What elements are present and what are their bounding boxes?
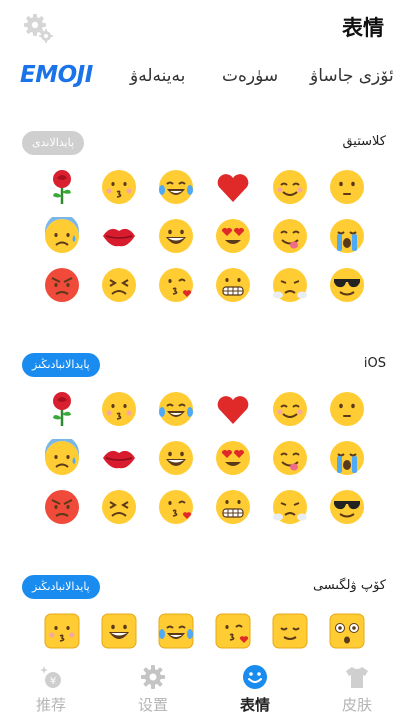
- tears-of-joy-face-icon: [157, 168, 195, 206]
- neutral-face-icon: [328, 168, 366, 206]
- savoring-face-icon: [271, 217, 309, 255]
- nav-recommend[interactable]: ¥ 推荐: [11, 660, 91, 725]
- rose-icon: [43, 168, 81, 206]
- rose-icon: [43, 390, 81, 428]
- emoji-pack-square: پايدالانبادىڭىز كۆپ ۋلگىسى: [0, 572, 408, 660]
- used-status-button[interactable]: پايدالاندى: [22, 131, 85, 155]
- bottom-nav: ¥ 推荐 设置 表情 皮肤: [0, 660, 408, 725]
- nav-settings[interactable]: 设置: [113, 660, 193, 725]
- nav-label: 设置: [137, 696, 168, 714]
- tab-emoji[interactable]: EMOJI: [20, 62, 93, 88]
- tears-of-joy-face-icon: [157, 612, 195, 650]
- grimacing-face-icon: [214, 266, 252, 304]
- kiss-lips-icon: [100, 217, 138, 255]
- cold-sweat-face-icon: [43, 436, 81, 477]
- red-heart-icon: [214, 168, 252, 206]
- savoring-face-icon: [271, 439, 309, 477]
- blowing-kiss-face-icon: [214, 612, 252, 650]
- header: 表情: [0, 0, 408, 56]
- grimacing-face-icon: [214, 488, 252, 526]
- smiley-icon: [243, 665, 267, 689]
- kiss-lips-icon: [100, 439, 138, 477]
- angry-face-icon: [43, 266, 81, 304]
- pack-title: كۆپ ۋلگىسى: [312, 578, 386, 593]
- heart-eyes-face-icon: [214, 217, 252, 255]
- astonished-face-icon: [328, 612, 366, 650]
- apply-button[interactable]: پايدالانبادىڭىز: [22, 353, 100, 377]
- kissing-face-icon: [43, 612, 81, 650]
- emoji-pack-ios: پايدالانبادىڭىز iOS: [0, 350, 408, 530]
- kissing-face-icon: [100, 168, 138, 206]
- angry-face-icon: [43, 488, 81, 526]
- persevering-face-icon: [100, 266, 138, 304]
- triumph-face-icon: [271, 266, 309, 304]
- neutral-face-icon: [328, 390, 366, 428]
- sunglasses-face-icon: [328, 266, 366, 304]
- page-title: 表情: [342, 16, 384, 40]
- nav-emoji[interactable]: 表情: [215, 660, 295, 725]
- gear-icon: [141, 665, 165, 689]
- blowing-kiss-face-icon: [157, 488, 195, 526]
- crying-face-icon: [328, 439, 366, 477]
- sunglasses-face-icon: [328, 488, 366, 526]
- tears-of-joy-face-icon: [157, 390, 195, 428]
- smiling-face-icon: [271, 168, 309, 206]
- pack-title: iOS: [363, 356, 386, 371]
- nav-label: 表情: [239, 696, 270, 714]
- red-heart-icon: [214, 390, 252, 428]
- emoji-pack-classic: پايدالاندى كلاستيق: [0, 128, 408, 308]
- tshirt-icon: [346, 667, 368, 688]
- cold-sweat-face-icon: [43, 214, 81, 255]
- kissing-face-icon: [100, 390, 138, 428]
- apply-button[interactable]: پايدالانبادىڭىز: [22, 575, 100, 599]
- persevering-face-icon: [100, 488, 138, 526]
- gear-icon[interactable]: [22, 12, 54, 44]
- tab-custom[interactable]: ئۆزى جاساۋ: [310, 66, 394, 86]
- tab-international[interactable]: بەينەلەۋ: [130, 66, 185, 86]
- nav-skin[interactable]: 皮肤: [317, 660, 397, 725]
- heart-eyes-face-icon: [214, 439, 252, 477]
- category-tabs: EMOJI بەينەلەۋ سۈرەت ئۆزى جاساۋ: [0, 60, 408, 100]
- grinning-face-icon: [157, 439, 195, 477]
- crying-face-icon: [328, 217, 366, 255]
- nav-label: 皮肤: [341, 696, 372, 714]
- nav-label: 推荐: [35, 696, 66, 714]
- svg-text:¥: ¥: [50, 676, 56, 687]
- pack-title: كلاستيق: [342, 134, 386, 149]
- gift-sparkle-icon: ¥: [40, 666, 61, 688]
- blowing-kiss-face-icon: [157, 266, 195, 304]
- relieved-face-icon: [271, 612, 309, 650]
- smiling-face-icon: [271, 390, 309, 428]
- grinning-face-icon: [157, 217, 195, 255]
- triumph-face-icon: [271, 488, 309, 526]
- tab-pictures[interactable]: سۈرەت: [222, 66, 278, 86]
- grinning-face-icon: [100, 612, 138, 650]
